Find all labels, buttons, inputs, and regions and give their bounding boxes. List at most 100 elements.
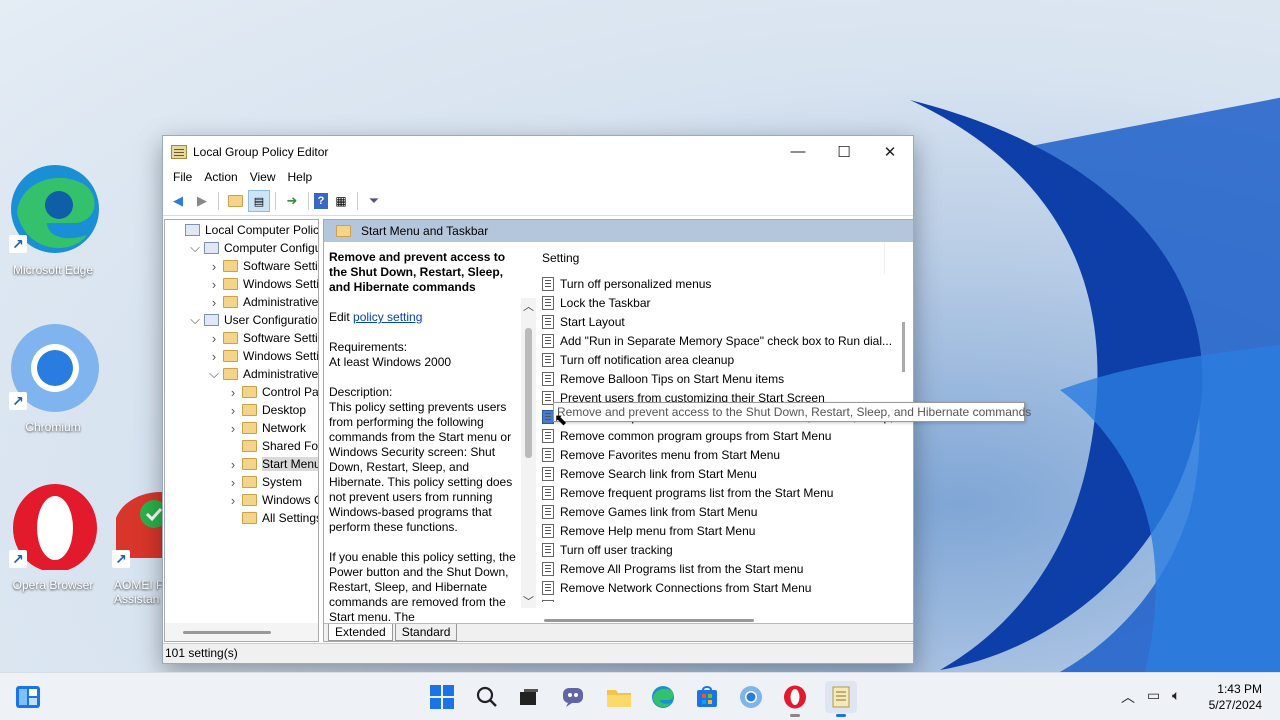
minimize-button[interactable]: — (775, 136, 821, 167)
expand-chevron-right-icon[interactable]: › (207, 331, 221, 346)
tree-item[interactable]: › Software Settings (165, 329, 318, 347)
tree-item[interactable]: › Desktop (165, 401, 318, 419)
category-title: Start Menu and Taskbar (361, 224, 489, 238)
policy-editor-taskbar-icon[interactable] (825, 681, 857, 717)
search-icon[interactable] (473, 683, 501, 711)
setting-row[interactable]: Remove Favorites menu from Start Menu (539, 445, 913, 464)
opera-taskbar-icon[interactable] (781, 683, 809, 717)
setting-row[interactable]: Remove common program groups from Start … (539, 426, 913, 445)
tree-item[interactable]: ⌵ Computer Configura (165, 239, 318, 257)
desktop-icon-aomei[interactable]: ↗ AOMEI P Assistan (108, 478, 166, 606)
setting-row[interactable]: Remove frequent programs list from the S… (539, 483, 913, 502)
export-list-icon[interactable]: ➜ (281, 190, 303, 212)
shortcut-arrow-icon: ↗ (9, 235, 27, 253)
menu-file[interactable]: File (167, 170, 198, 184)
setting-row[interactable]: Turn off user tracking (539, 540, 913, 559)
tree-item[interactable]: Local Computer Policy (165, 221, 318, 239)
tree-item[interactable]: › Windows Cor (165, 491, 318, 509)
tree-item[interactable]: ⌵ Administrative Te (165, 365, 318, 383)
desktop-icon-opera[interactable]: ↗ Opera Browser (5, 478, 101, 592)
setting-row[interactable]: Remove Games link from Start Menu (539, 502, 913, 521)
setting-row[interactable]: Turn off personalized menus (539, 274, 913, 293)
tab-extended[interactable]: Extended (328, 624, 393, 641)
edit-policy-link[interactable]: policy setting (353, 310, 422, 324)
tree-item[interactable]: › Software Settings (165, 257, 318, 275)
expand-chevron-right-icon[interactable]: › (207, 349, 221, 364)
back-icon[interactable]: ◀ (167, 190, 189, 212)
group-policy-editor-window[interactable]: Local Group Policy Editor — ☐ ✕ File Act… (162, 135, 914, 664)
tree-item[interactable]: › Windows Setting (165, 347, 318, 365)
show-hide-tree-icon[interactable]: ▤ (248, 190, 270, 212)
tree-item[interactable]: › Network (165, 419, 318, 437)
expand-chevron-right-icon[interactable]: › (226, 403, 240, 418)
scroll-thumb[interactable] (525, 328, 532, 458)
settings-scrollbar[interactable] (902, 322, 905, 372)
expand-chevron-right-icon[interactable]: › (207, 295, 221, 310)
file-explorer-icon[interactable] (605, 683, 633, 711)
tree-item[interactable]: › Windows Setting (165, 275, 318, 293)
tree-item[interactable]: › Start Menu ar (165, 455, 318, 473)
setting-row[interactable]: Turn off notification area cleanup (539, 350, 913, 369)
tree-item[interactable]: › System (165, 473, 318, 491)
tree-horizontal-scrollbar[interactable] (165, 623, 318, 641)
setting-row[interactable]: Remove Help menu from Start Menu (539, 521, 913, 540)
desktop-icon-chromium[interactable]: ↗ Chromium (5, 320, 101, 434)
title-bar[interactable]: Local Group Policy Editor — ☐ ✕ (163, 136, 913, 167)
scroll-up-icon[interactable]: ︿ (521, 298, 536, 313)
tree-item[interactable]: All Settings (165, 509, 318, 527)
chromium-taskbar-icon[interactable] (737, 683, 765, 711)
tree-item[interactable]: › Administrative Te (165, 293, 318, 311)
tab-standard[interactable]: Standard (394, 624, 458, 641)
tree-item[interactable]: Shared Folder (165, 437, 318, 455)
filter-icon[interactable]: ⏷ (363, 190, 385, 212)
properties-icon[interactable]: ▦ (330, 190, 352, 212)
maximize-button[interactable]: ☐ (821, 136, 867, 167)
forward-icon[interactable]: ▶ (191, 190, 213, 212)
task-view-icon[interactable] (515, 683, 543, 711)
show-hidden-icons-icon[interactable]: ︿ (1121, 687, 1135, 707)
menu-help[interactable]: Help (282, 170, 319, 184)
close-button[interactable]: ✕ (867, 136, 913, 167)
setting-row[interactable]: Remove Network Connections from Start Me… (539, 578, 913, 597)
setting-row[interactable]: Remove All Programs list from the Start … (539, 559, 913, 578)
expand-chevron-right-icon[interactable]: › (226, 493, 240, 508)
setting-row[interactable]: Remove pinned programs list from the Sta… (539, 597, 913, 602)
start-icon[interactable] (428, 683, 456, 711)
edge-taskbar-icon[interactable] (649, 683, 677, 711)
expand-chevron-right-icon[interactable]: › (226, 385, 240, 400)
expand-chevron-right-icon[interactable]: › (207, 277, 221, 292)
setting-column-header[interactable]: Setting (539, 242, 885, 274)
expand-chevron-down-icon[interactable]: ⌵ (188, 312, 202, 328)
expand-chevron-down-icon[interactable]: ⌵ (188, 240, 202, 256)
setting-row[interactable]: Remove Search link from Start Menu (539, 464, 913, 483)
tree-item[interactable]: › Control Panel (165, 383, 318, 401)
widgets-icon[interactable] (14, 683, 42, 711)
up-folder-icon[interactable] (224, 190, 246, 212)
expand-chevron-right-icon[interactable]: › (226, 421, 240, 436)
policy-setting-icon (542, 447, 554, 462)
description-scrollbar[interactable]: ︿ ﹀ (521, 298, 536, 608)
tree-item[interactable]: ⌵ User Configuration (165, 311, 318, 329)
expand-chevron-right-icon[interactable]: › (226, 475, 240, 490)
clock[interactable]: 1:43 PM 5/27/2024 (1209, 681, 1262, 713)
expand-chevron-down-icon[interactable]: ⌵ (207, 366, 221, 382)
settings-list[interactable]: Setting Turn off personalized menus Lock … (539, 242, 913, 602)
expand-chevron-right-icon[interactable]: › (207, 259, 221, 274)
teams-chat-icon[interactable] (560, 683, 588, 711)
desktop-icon-edge[interactable]: ↗ Microsoft Edge (5, 163, 101, 277)
store-icon[interactable] (693, 683, 721, 711)
menu-action[interactable]: Action (198, 170, 243, 184)
volume-icon[interactable]: 🔈︎ (1172, 687, 1180, 704)
menu-view[interactable]: View (244, 170, 282, 184)
setting-row[interactable]: Start Layout (539, 312, 913, 331)
setting-row[interactable]: Add "Run in Separate Memory Space" check… (539, 331, 913, 350)
scroll-down-icon[interactable]: ﹀ (521, 593, 536, 608)
help-icon[interactable]: ? (314, 193, 328, 209)
expand-chevron-right-icon[interactable]: › (226, 457, 240, 472)
setting-label: Lock the Taskbar (560, 295, 651, 310)
setting-row[interactable]: Lock the Taskbar (539, 293, 913, 312)
tree-pane[interactable]: Local Computer Policy⌵Computer Configura… (164, 219, 319, 642)
network-icon[interactable]: ▭ (1147, 687, 1160, 704)
policy-setting-icon (542, 485, 554, 500)
setting-row[interactable]: Remove Balloon Tips on Start Menu items (539, 369, 913, 388)
